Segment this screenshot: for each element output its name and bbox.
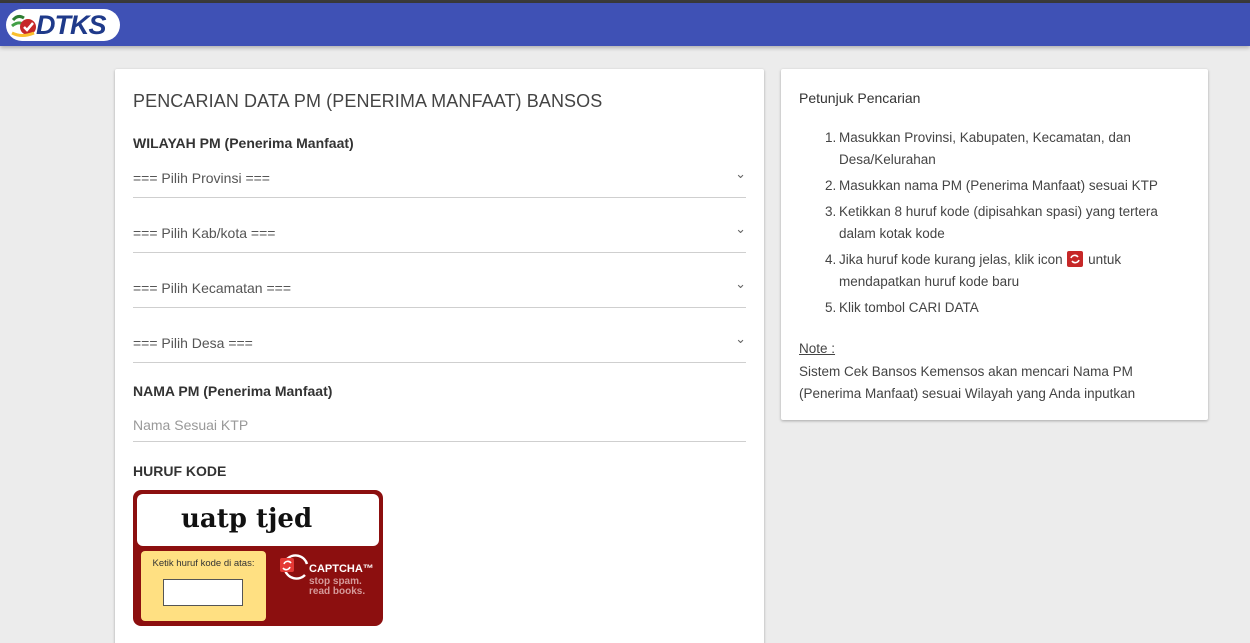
kode-label: HURUF KODE bbox=[133, 463, 227, 479]
list-item: 5. Klik tombol CARI DATA bbox=[809, 297, 1179, 319]
chevron-down-icon: ⌄ bbox=[735, 221, 746, 236]
step-number: 5. bbox=[825, 300, 837, 315]
note-text: Sistem Cek Bansos Kemensos akan mencari … bbox=[799, 364, 1136, 401]
captcha-word: uatp tjed bbox=[181, 504, 313, 534]
step-text-before: Jika huruf kode kurang jelas, klik icon bbox=[839, 252, 1063, 267]
chevron-down-icon: ⌄ bbox=[735, 276, 746, 291]
captcha-input-label: Ketik huruf kode di atas: bbox=[152, 558, 255, 569]
regency-select-value: === Pilih Kab/kota === bbox=[133, 225, 276, 241]
district-select[interactable]: === Pilih Kecamatan === ⌄ bbox=[133, 272, 746, 308]
village-select-value: === Pilih Desa === bbox=[133, 335, 253, 351]
refresh-icon bbox=[1067, 251, 1084, 267]
list-item: 3. Ketikkan 8 huruf kode (dipisahkan spa… bbox=[809, 201, 1179, 245]
top-navbar: DTKS bbox=[0, 3, 1250, 46]
chevron-down-icon: ⌄ bbox=[735, 331, 746, 346]
guide-card: Petunjuk Pencarian 1. Masukkan Provinsi,… bbox=[781, 69, 1208, 420]
captcha-widget: uatp tjed Ketik huruf kode di atas: CAPT… bbox=[133, 490, 383, 626]
chevron-down-icon: ⌄ bbox=[735, 166, 746, 181]
step-text: Klik tombol CARI DATA bbox=[839, 300, 979, 315]
step-number: 4. bbox=[825, 252, 837, 267]
nama-label: NAMA PM (Penerima Manfaat) bbox=[133, 383, 333, 399]
regency-select[interactable]: === Pilih Kab/kota === ⌄ bbox=[133, 217, 746, 253]
guide-title: Petunjuk Pencarian bbox=[799, 90, 921, 106]
step-number: 3. bbox=[825, 204, 837, 219]
village-select[interactable]: === Pilih Desa === ⌄ bbox=[133, 327, 746, 363]
note-label: Note : bbox=[799, 341, 836, 356]
wilayah-label: WILAYAH PM (Penerima Manfaat) bbox=[133, 135, 354, 151]
name-input[interactable] bbox=[133, 409, 746, 442]
guide-steps: 1. Masukkan Provinsi, Kabupaten, Kecamat… bbox=[809, 127, 1179, 323]
list-item: 1. Masukkan Provinsi, Kabupaten, Kecamat… bbox=[809, 127, 1179, 171]
captcha-tagline: stop spam. read books. bbox=[309, 577, 381, 597]
step-text: Masukkan Provinsi, Kabupaten, Kecamatan,… bbox=[839, 130, 1131, 167]
district-select-value: === Pilih Kecamatan === bbox=[133, 280, 291, 296]
province-select[interactable]: === Pilih Provinsi === ⌄ bbox=[133, 162, 746, 198]
captcha-image: uatp tjed bbox=[137, 494, 379, 546]
refresh-icon[interactable] bbox=[279, 552, 311, 582]
province-select-value: === Pilih Provinsi === bbox=[133, 170, 270, 186]
captcha-tagline-line2: read books. bbox=[309, 586, 366, 597]
captcha-input-box: Ketik huruf kode di atas: bbox=[141, 551, 266, 621]
form-title: PENCARIAN DATA PM (PENERIMA MANFAAT) BAN… bbox=[133, 91, 603, 111]
search-form-card: PENCARIAN DATA PM (PENERIMA MANFAAT) BAN… bbox=[115, 69, 764, 643]
step-number: 2. bbox=[825, 178, 837, 193]
step-text: Masukkan nama PM (Penerima Manfaat) sesu… bbox=[839, 178, 1158, 193]
list-item: 2. Masukkan nama PM (Penerima Manfaat) s… bbox=[809, 175, 1179, 197]
step-text: Ketikkan 8 huruf kode (dipisahkan spasi)… bbox=[839, 204, 1158, 241]
captcha-brand: CAPTCHA™ bbox=[309, 563, 374, 575]
captcha-input[interactable] bbox=[163, 579, 243, 606]
dtks-logo[interactable]: DTKS bbox=[6, 9, 120, 41]
logo-emblem-icon bbox=[11, 14, 36, 37]
step-number: 1. bbox=[825, 130, 837, 145]
list-item: 4. Jika huruf kode kurang jelas, klik ic… bbox=[809, 249, 1179, 293]
logo-text: DTKS bbox=[36, 10, 106, 40]
